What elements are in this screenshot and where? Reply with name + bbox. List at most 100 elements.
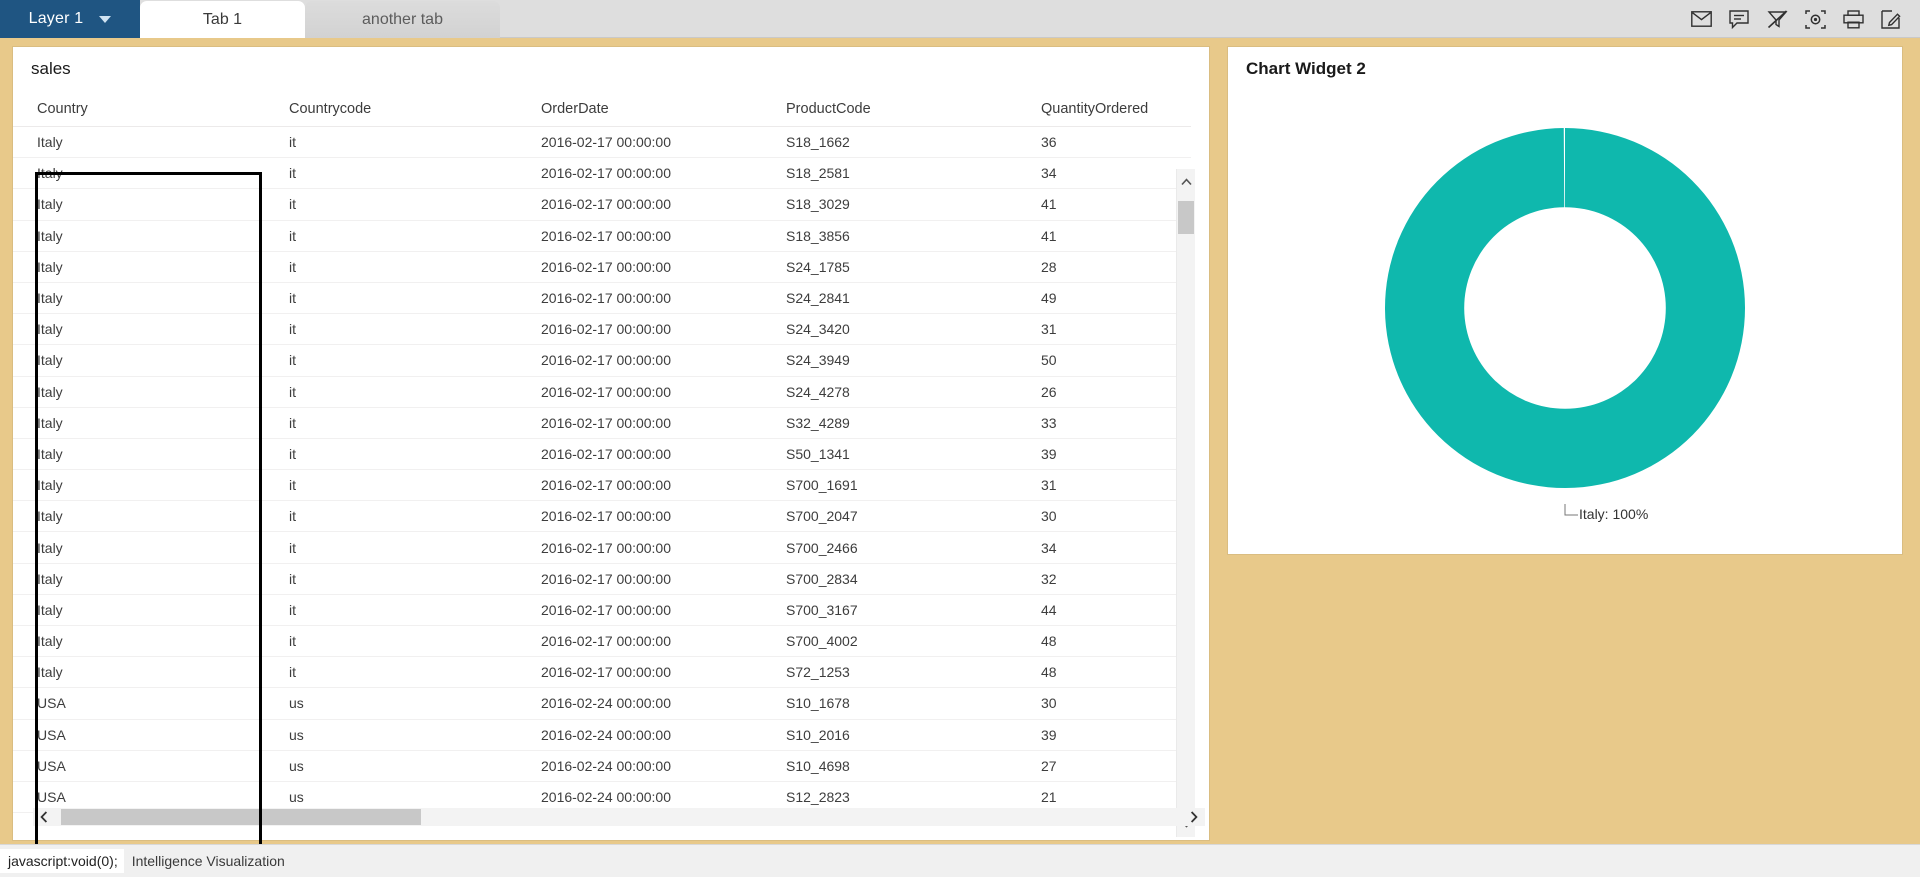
table-cell-quantityordered[interactable]: 34 xyxy=(1017,532,1191,563)
table-cell-productcode[interactable]: S700_2466 xyxy=(762,532,1017,563)
table-cell-countrycode[interactable]: it xyxy=(265,626,517,657)
table-row[interactable]: USAus2016-02-24 00:00:00S10_469827 xyxy=(13,750,1191,781)
table-row[interactable]: Italyit2016-02-17 00:00:00S700_246634 xyxy=(13,532,1191,563)
column-header-countrycode[interactable]: Countrycode xyxy=(265,92,517,127)
table-cell-quantityordered[interactable]: 39 xyxy=(1017,719,1191,750)
chevron-up-icon[interactable] xyxy=(1177,173,1195,191)
table-cell-country[interactable]: Italy xyxy=(13,657,265,688)
table-cell-countrycode[interactable]: it xyxy=(265,220,517,251)
table-cell-productcode[interactable]: S10_1678 xyxy=(762,688,1017,719)
table-cell-country[interactable]: USA xyxy=(13,719,265,750)
table-cell-orderdate[interactable]: 2016-02-17 00:00:00 xyxy=(517,189,762,220)
table-cell-productcode[interactable]: S24_3420 xyxy=(762,314,1017,345)
table-cell-country[interactable]: Italy xyxy=(13,314,265,345)
table-cell-orderdate[interactable]: 2016-02-24 00:00:00 xyxy=(517,750,762,781)
table-cell-country[interactable]: Italy xyxy=(13,407,265,438)
table-row[interactable]: Italyit2016-02-17 00:00:00S18_258134 xyxy=(13,158,1191,189)
table-cell-quantityordered[interactable]: 39 xyxy=(1017,438,1191,469)
table-cell-countrycode[interactable]: it xyxy=(265,345,517,376)
table-cell-countrycode[interactable]: it xyxy=(265,594,517,625)
column-header-quantityordered[interactable]: QuantityOrdered xyxy=(1017,92,1191,127)
table-row[interactable]: Italyit2016-02-17 00:00:00S24_427826 xyxy=(13,376,1191,407)
table-cell-quantityordered[interactable]: 50 xyxy=(1017,345,1191,376)
table-cell-orderdate[interactable]: 2016-02-17 00:00:00 xyxy=(517,594,762,625)
table-cell-quantityordered[interactable]: 30 xyxy=(1017,501,1191,532)
table-cell-orderdate[interactable]: 2016-02-17 00:00:00 xyxy=(517,532,762,563)
table-row[interactable]: Italyit2016-02-17 00:00:00S24_284149 xyxy=(13,282,1191,313)
table-cell-orderdate[interactable]: 2016-02-17 00:00:00 xyxy=(517,158,762,189)
table-cell-quantityordered[interactable]: 48 xyxy=(1017,657,1191,688)
vertical-scrollbar[interactable] xyxy=(1176,169,1195,837)
column-header-country[interactable]: Country xyxy=(13,92,265,127)
table-cell-countrycode[interactable]: it xyxy=(265,563,517,594)
table-cell-orderdate[interactable]: 2016-02-17 00:00:00 xyxy=(517,657,762,688)
table-cell-countrycode[interactable]: us xyxy=(265,719,517,750)
table-cell-orderdate[interactable]: 2016-02-17 00:00:00 xyxy=(517,470,762,501)
table-cell-quantityordered[interactable]: 33 xyxy=(1017,407,1191,438)
table-cell-quantityordered[interactable]: 27 xyxy=(1017,750,1191,781)
table-cell-orderdate[interactable]: 2016-02-17 00:00:00 xyxy=(517,127,762,158)
table-row[interactable]: Italyit2016-02-17 00:00:00S72_125348 xyxy=(13,657,1191,688)
table-cell-productcode[interactable]: S700_1691 xyxy=(762,470,1017,501)
donut-slice-italy[interactable] xyxy=(1385,128,1745,488)
column-header-orderdate[interactable]: OrderDate xyxy=(517,92,762,127)
table-cell-quantityordered[interactable]: 26 xyxy=(1017,376,1191,407)
table-cell-productcode[interactable]: S10_4698 xyxy=(762,750,1017,781)
comment-icon[interactable] xyxy=(1728,8,1750,30)
table-cell-country[interactable]: Italy xyxy=(13,220,265,251)
table-cell-country[interactable]: Italy xyxy=(13,626,265,657)
table-cell-orderdate[interactable]: 2016-02-24 00:00:00 xyxy=(517,688,762,719)
tab-tab-1[interactable]: Tab 1 xyxy=(140,1,305,38)
table-cell-countrycode[interactable]: it xyxy=(265,376,517,407)
table-cell-countrycode[interactable]: it xyxy=(265,438,517,469)
table-cell-orderdate[interactable]: 2016-02-17 00:00:00 xyxy=(517,314,762,345)
table-cell-orderdate[interactable]: 2016-02-17 00:00:00 xyxy=(517,220,762,251)
table-row[interactable]: USAus2016-02-24 00:00:00S10_201639 xyxy=(13,719,1191,750)
layer-selector[interactable]: Layer 1 xyxy=(0,0,140,38)
filter-off-icon[interactable] xyxy=(1766,8,1788,30)
table-cell-productcode[interactable]: S700_4002 xyxy=(762,626,1017,657)
table-cell-productcode[interactable]: S18_1662 xyxy=(762,127,1017,158)
horizontal-scrollbar[interactable] xyxy=(33,808,1205,826)
table-row[interactable]: Italyit2016-02-17 00:00:00S700_283432 xyxy=(13,563,1191,594)
table-row[interactable]: Italyit2016-02-17 00:00:00S18_385641 xyxy=(13,220,1191,251)
snapshot-icon[interactable] xyxy=(1804,8,1826,30)
vertical-scrollbar-thumb[interactable] xyxy=(1178,201,1194,234)
table-row[interactable]: Italyit2016-02-17 00:00:00S700_316744 xyxy=(13,594,1191,625)
table-cell-productcode[interactable]: S18_3029 xyxy=(762,189,1017,220)
table-cell-country[interactable]: Italy xyxy=(13,158,265,189)
table-cell-country[interactable]: Italy xyxy=(13,251,265,282)
table-cell-quantityordered[interactable]: 30 xyxy=(1017,688,1191,719)
table-cell-country[interactable]: Italy xyxy=(13,532,265,563)
table-cell-productcode[interactable]: S50_1341 xyxy=(762,438,1017,469)
table-cell-countrycode[interactable]: us xyxy=(265,750,517,781)
table-row[interactable]: Italyit2016-02-17 00:00:00S24_342031 xyxy=(13,314,1191,345)
table-row[interactable]: Italyit2016-02-17 00:00:00S18_166236 xyxy=(13,127,1191,158)
column-header-productcode[interactable]: ProductCode xyxy=(762,92,1017,127)
table-row[interactable]: Italyit2016-02-17 00:00:00S24_178528 xyxy=(13,251,1191,282)
table-cell-productcode[interactable]: S24_2841 xyxy=(762,282,1017,313)
table-cell-country[interactable]: Italy xyxy=(13,376,265,407)
table-cell-orderdate[interactable]: 2016-02-17 00:00:00 xyxy=(517,251,762,282)
table-cell-country[interactable]: Italy xyxy=(13,470,265,501)
table-cell-country[interactable]: Italy xyxy=(13,345,265,376)
table-cell-orderdate[interactable]: 2016-02-17 00:00:00 xyxy=(517,501,762,532)
chevron-left-icon[interactable] xyxy=(35,808,53,826)
table-cell-countrycode[interactable]: it xyxy=(265,470,517,501)
table-cell-productcode[interactable]: S24_4278 xyxy=(762,376,1017,407)
table-cell-countrycode[interactable]: it xyxy=(265,282,517,313)
table-cell-productcode[interactable]: S10_2016 xyxy=(762,719,1017,750)
table-cell-productcode[interactable]: S700_2047 xyxy=(762,501,1017,532)
table-cell-quantityordered[interactable]: 44 xyxy=(1017,594,1191,625)
table-cell-productcode[interactable]: S72_1253 xyxy=(762,657,1017,688)
table-cell-productcode[interactable]: S18_3856 xyxy=(762,220,1017,251)
table-cell-country[interactable]: Italy xyxy=(13,127,265,158)
table-cell-orderdate[interactable]: 2016-02-17 00:00:00 xyxy=(517,407,762,438)
table-cell-country[interactable]: Italy xyxy=(13,563,265,594)
table-cell-productcode[interactable]: S700_3167 xyxy=(762,594,1017,625)
table-cell-country[interactable]: Italy xyxy=(13,501,265,532)
table-cell-country[interactable]: USA xyxy=(13,750,265,781)
table-cell-countrycode[interactable]: it xyxy=(265,251,517,282)
table-cell-countrycode[interactable]: it xyxy=(265,127,517,158)
table-cell-quantityordered[interactable]: 36 xyxy=(1017,127,1191,158)
